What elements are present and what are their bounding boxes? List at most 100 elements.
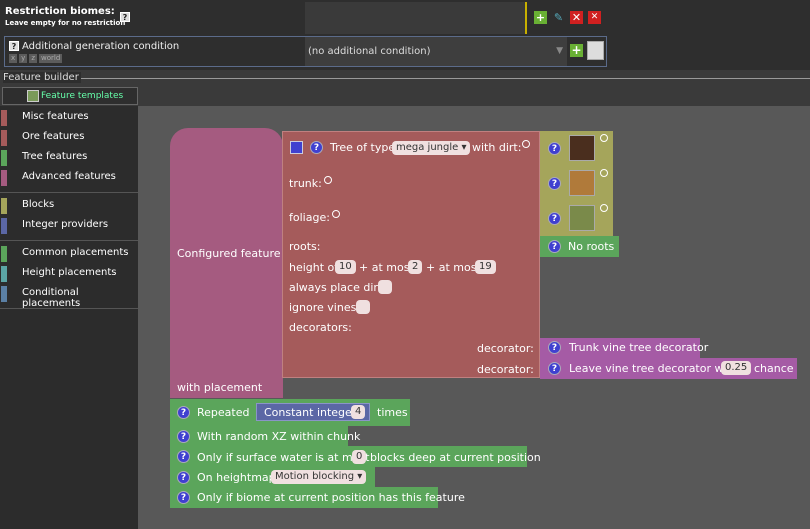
decorator-label: decorator: <box>477 342 534 355</box>
vine-chance-field[interactable]: 0.25 <box>721 361 752 375</box>
block-palette: Misc features Ore features Tree features… <box>0 106 138 529</box>
help-icon[interactable]: ? <box>177 450 190 463</box>
biome-check-label: Only if biome at current position has th… <box>197 491 465 504</box>
category-conditional-placements[interactable]: Conditional placements <box>0 284 138 309</box>
help-icon[interactable]: ? <box>548 240 561 253</box>
category-misc-features[interactable]: Misc features <box>0 108 138 128</box>
category-label: Misc features <box>22 111 89 122</box>
jungle-leaves-icon <box>569 205 595 231</box>
configured-feature-label: Configured feature <box>177 247 281 260</box>
remove-biome-icon[interactable]: ✕ <box>570 11 583 24</box>
generation-condition-row: ? Additional generation condition x y z … <box>4 36 607 67</box>
palette-separator <box>0 192 138 193</box>
help-icon[interactable]: ? <box>177 471 190 484</box>
help-icon[interactable]: ? <box>177 491 190 504</box>
ignore-vines-checkbox[interactable] <box>356 300 370 314</box>
category-color <box>1 170 7 186</box>
at-most-label: + at most <box>426 261 481 274</box>
category-color <box>1 150 7 166</box>
constant-integer-label: Constant integer: <box>264 406 360 419</box>
heightmap-value: Motion blocking <box>275 471 355 482</box>
category-color <box>1 286 7 302</box>
settings-icon[interactable] <box>600 169 608 177</box>
category-label: Advanced features <box>22 171 116 182</box>
category-label: Integer providers <box>22 219 109 230</box>
category-integer-providers[interactable]: Integer providers <box>0 216 138 236</box>
always-place-dirt-checkbox[interactable] <box>378 280 392 294</box>
trunk-label: trunk: <box>289 177 322 190</box>
surface-water-depth-field[interactable]: 0 <box>352 450 367 464</box>
with-placement-label: with placement <box>177 381 263 394</box>
category-advanced-features[interactable]: Advanced features <box>0 168 138 188</box>
help-icon[interactable]: ? <box>9 41 19 51</box>
add-biome-icon[interactable]: + <box>534 11 547 24</box>
category-label: Tree features <box>22 151 88 162</box>
category-ore-features[interactable]: Ore features <box>0 128 138 148</box>
tag-z: z <box>29 54 37 63</box>
biome-list-field[interactable] <box>305 2 527 34</box>
restriction-panel: Restriction biomes: Leave empty for no r… <box>0 0 810 70</box>
trunk-vine-decorator-label: Trunk vine tree decorator <box>569 341 709 354</box>
template-icon <box>27 90 39 102</box>
category-height-placements[interactable]: Height placements <box>0 264 138 284</box>
configured-feature-block[interactable] <box>170 128 283 398</box>
heightmap-dropdown[interactable]: Motion blocking ▾ <box>271 470 367 484</box>
help-icon[interactable]: ? <box>310 141 323 154</box>
restriction-biomes-hint: Leave empty for no restriction <box>5 19 126 27</box>
constant-integer-field[interactable]: 4 <box>351 405 366 419</box>
category-tree-features[interactable]: Tree features <box>0 148 138 168</box>
help-icon[interactable]: ? <box>548 362 561 375</box>
with-dirt-label: with dirt: <box>472 141 522 154</box>
help-icon[interactable]: ? <box>548 212 561 225</box>
divider <box>70 78 810 79</box>
category-label: Ore features <box>22 131 85 142</box>
category-common-placements[interactable]: Common placements <box>0 244 138 264</box>
pick-biome-icon[interactable]: ✎ <box>552 11 565 24</box>
help-icon[interactable]: ? <box>548 177 561 190</box>
roots-label: roots: <box>289 240 321 253</box>
height-rand-a-field[interactable]: 2 <box>408 260 423 274</box>
tag-world: world <box>39 54 63 63</box>
times-label: times <box>377 406 408 419</box>
category-color <box>1 266 7 282</box>
add-condition-icon[interactable]: + <box>570 44 583 57</box>
help-icon[interactable]: ? <box>177 406 190 419</box>
gear-icon[interactable] <box>290 141 303 154</box>
height-base-field[interactable]: 10 <box>335 260 356 274</box>
generation-condition-select[interactable]: (no additional condition) ▼ <box>305 37 567 66</box>
settings-icon[interactable] <box>600 134 608 142</box>
feature-templates-button[interactable]: Feature templates <box>2 87 138 105</box>
block-workspace[interactable]: Configured feature with placement ? Tree… <box>138 106 810 529</box>
tag-y: y <box>19 54 28 63</box>
height-rand-b-field[interactable]: 19 <box>475 260 496 274</box>
leave-vine-decorator-prefix: Leave vine tree decorator with <box>569 362 738 375</box>
category-blocks[interactable]: Blocks <box>0 196 138 216</box>
tree-feature-block[interactable] <box>282 131 540 378</box>
help-icon[interactable]: ? <box>548 142 561 155</box>
palette-separator <box>0 240 138 241</box>
foliage-label: foliage: <box>289 211 330 224</box>
clear-biomes-icon[interactable]: ✕ <box>588 11 601 24</box>
jungle-log-icon <box>569 170 595 196</box>
connector-icon <box>332 210 340 218</box>
at-most-label: + at most <box>359 261 414 274</box>
feature-builder-title: Feature builder <box>3 72 81 83</box>
decorators-label: decorators: <box>289 321 352 334</box>
dropdown-arrow-icon: ▼ <box>556 46 563 56</box>
category-label: Conditional placements <box>22 287 81 309</box>
tree-type-value: mega jungle <box>396 142 459 153</box>
category-label: Height placements <box>22 267 117 278</box>
help-icon[interactable]: ? <box>548 341 561 354</box>
selected-condition: (no additional condition) <box>308 46 431 57</box>
tree-type-dropdown[interactable]: mega jungle ▾ <box>392 141 471 155</box>
surface-water-suffix: blocks deep at current position <box>370 451 541 464</box>
tree-type-prefix: Tree of type <box>330 141 396 154</box>
edit-condition-button[interactable] <box>587 41 604 60</box>
palette-separator <box>0 308 138 309</box>
category-color <box>1 110 7 126</box>
category-color <box>1 130 7 146</box>
help-icon[interactable]: ? <box>177 430 190 443</box>
help-icon[interactable]: ? <box>120 12 130 22</box>
restriction-biomes-title: Restriction biomes: <box>5 6 115 17</box>
settings-icon[interactable] <box>600 204 608 212</box>
